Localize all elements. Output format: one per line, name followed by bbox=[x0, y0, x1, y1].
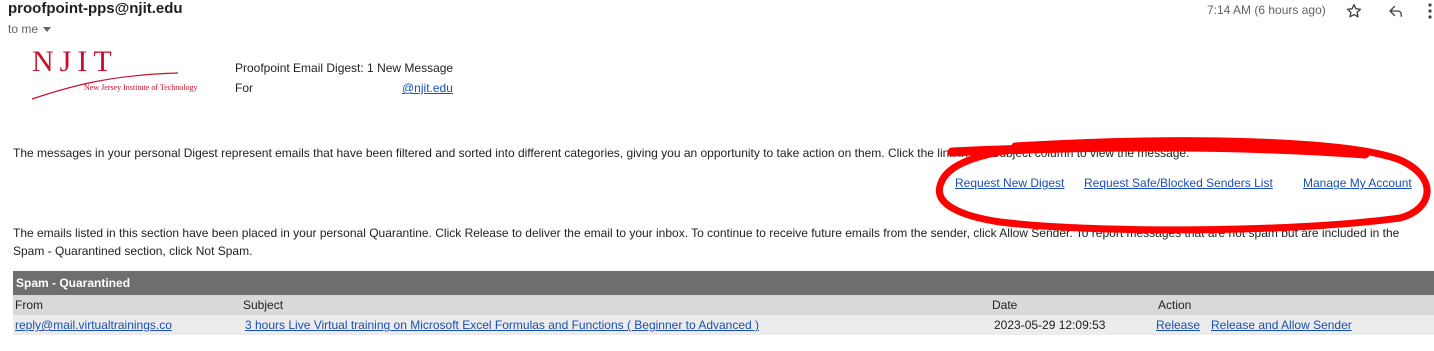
digest-title: Proofpoint Email Digest: 1 New Message bbox=[235, 61, 454, 75]
table-row: reply@mail.virtualtrainings.co 3 hours L… bbox=[13, 315, 1434, 335]
row-subject-link[interactable]: 3 hours Live Virtual training on Microso… bbox=[245, 318, 759, 332]
sender-address[interactable]: proofpoint-pps@njit.edu bbox=[8, 0, 183, 17]
star-button[interactable] bbox=[1343, 0, 1365, 22]
column-header-action: Action bbox=[1158, 298, 1192, 312]
reply-button[interactable] bbox=[1385, 0, 1407, 22]
request-safe-blocked-link[interactable]: Request Safe/Blocked Senders List bbox=[1084, 176, 1273, 190]
to-me-label: to me bbox=[8, 22, 39, 36]
manage-account-link[interactable]: Manage My Account bbox=[1303, 176, 1412, 190]
digest-email-link[interactable]: @njit.edu bbox=[402, 81, 453, 95]
request-new-digest-link[interactable]: Request New Digest bbox=[955, 176, 1064, 190]
column-header-subject: Subject bbox=[243, 298, 284, 312]
logo-subtitle: New Jersey Institute of Technology bbox=[84, 83, 198, 92]
table-column-headers: From Subject Date Action bbox=[13, 295, 1434, 315]
row-date: 2023-05-29 12:09:53 bbox=[994, 318, 1106, 332]
njit-logo: NJIT New Jersey Institute of Technology bbox=[28, 45, 228, 105]
digest-for-label: For bbox=[235, 81, 253, 95]
more-options-button[interactable] bbox=[1425, 0, 1434, 22]
quarantine-instructions: The emails listed in this section have b… bbox=[13, 226, 1400, 258]
row-from-link[interactable]: reply@mail.virtualtrainings.co bbox=[15, 318, 172, 332]
release-allow-sender-link[interactable]: Release and Allow Sender bbox=[1211, 318, 1352, 332]
digest-intro-text: The messages in your personal Digest rep… bbox=[13, 146, 1190, 160]
star-icon bbox=[1346, 3, 1362, 18]
caret-down-icon bbox=[43, 27, 52, 33]
column-header-date: Date bbox=[992, 298, 1018, 312]
more-vert-icon bbox=[1427, 3, 1432, 19]
column-header-from: From bbox=[15, 298, 43, 312]
message-timestamp: 7:14 AM (6 hours ago) bbox=[1207, 3, 1326, 17]
reply-icon bbox=[1389, 5, 1402, 17]
release-link[interactable]: Release bbox=[1156, 318, 1200, 332]
section-header-spam-quarantined: Spam - Quarantined bbox=[13, 271, 1434, 295]
logo-swoosh bbox=[31, 72, 179, 100]
recipient-details-toggle[interactable]: to me bbox=[8, 22, 52, 36]
